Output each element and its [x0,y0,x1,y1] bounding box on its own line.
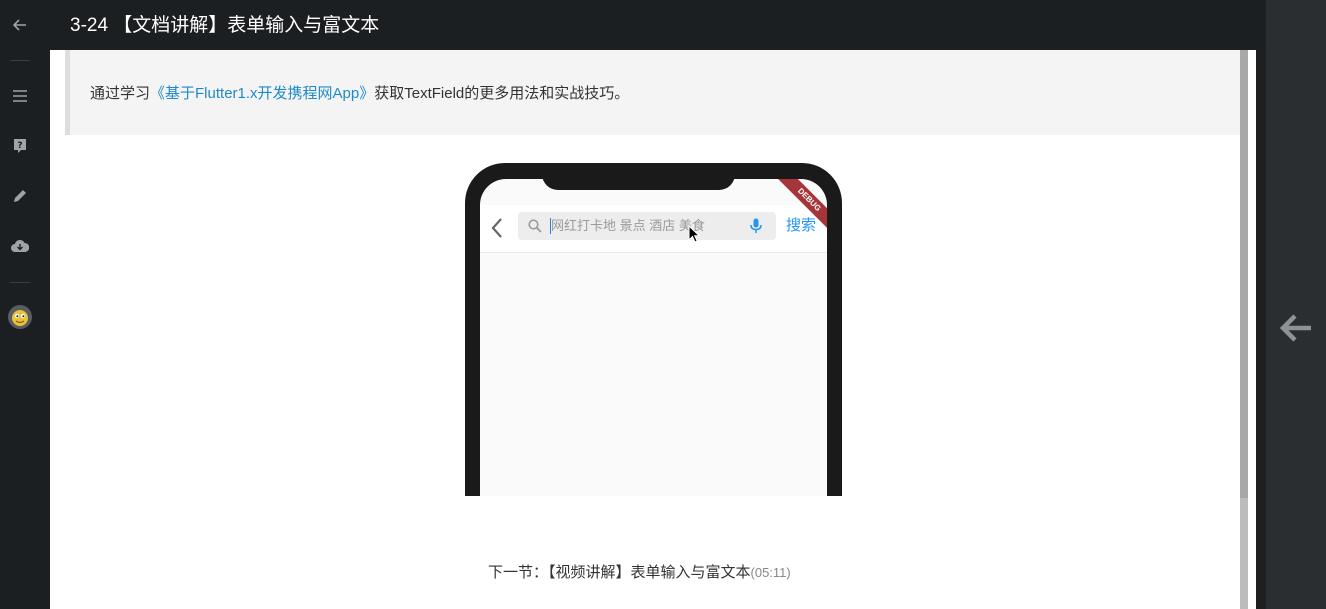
course-link[interactable]: 《基于Flutter1.x开发携程网App》 [150,85,374,102]
note-blockquote: 通过学习《基于Flutter1.x开发携程网App》获取TextField的更多… [65,50,1240,135]
help-icon[interactable]: ? [0,131,40,161]
page-title: 3-24 【文档讲解】表单输入与富文本 [70,15,380,36]
search-button: 搜索 [786,217,817,234]
menu-icon[interactable] [0,81,40,111]
search-app-bar: 网红打卡地 景点 酒店 美食 搜索 [480,205,827,253]
sidebar-divider [10,282,30,283]
arrow-left-icon[interactable] [1278,310,1314,351]
pencil-icon[interactable] [0,181,40,211]
search-placeholder: 网红打卡地 景点 酒店 美食 [551,218,705,233]
scrollbar-track [1240,498,1248,609]
chevron-left-icon [490,217,504,244]
next-section-duration: (05:11) [750,565,791,580]
right-panel [1266,0,1326,609]
note-prefix: 通过学习 [90,85,151,102]
note-text: 通过学习《基于Flutter1.x开发携程网App》获取TextField的更多… [90,84,629,104]
sidebar-divider [10,60,30,61]
avatar[interactable] [8,305,32,329]
svg-text:?: ? [17,141,22,151]
back-arrow-icon[interactable] [0,10,40,40]
note-suffix: 获取TextField的更多用法和实战技巧。 [374,85,630,102]
phone-notch [542,163,735,190]
header-bar: 3-24 【文档讲解】表单输入与富文本 [50,0,1266,50]
search-icon [528,219,542,238]
phone-screen: 网红打卡地 景点 酒店 美食 搜索 DEBUG [480,179,827,496]
microphone-icon [750,218,762,239]
next-section-label: 下一节：【视频讲解】表单输入与富文本 [488,564,751,581]
cloud-download-icon[interactable] [0,231,40,261]
next-section-link[interactable]: 下一节：【视频讲解】表单输入与富文本(05:11) [488,563,791,583]
article-content: 通过学习《基于Flutter1.x开发携程网App》获取TextField的更多… [50,50,1240,609]
mouse-cursor-icon [688,224,701,248]
content-scrollbar[interactable] [1240,50,1256,609]
phone-screenshot-image: 网红打卡地 景点 酒店 美食 搜索 DEBUG [465,163,842,496]
search-input: 网红打卡地 景点 酒店 美食 [518,212,776,240]
left-sidebar: ? [0,0,50,609]
